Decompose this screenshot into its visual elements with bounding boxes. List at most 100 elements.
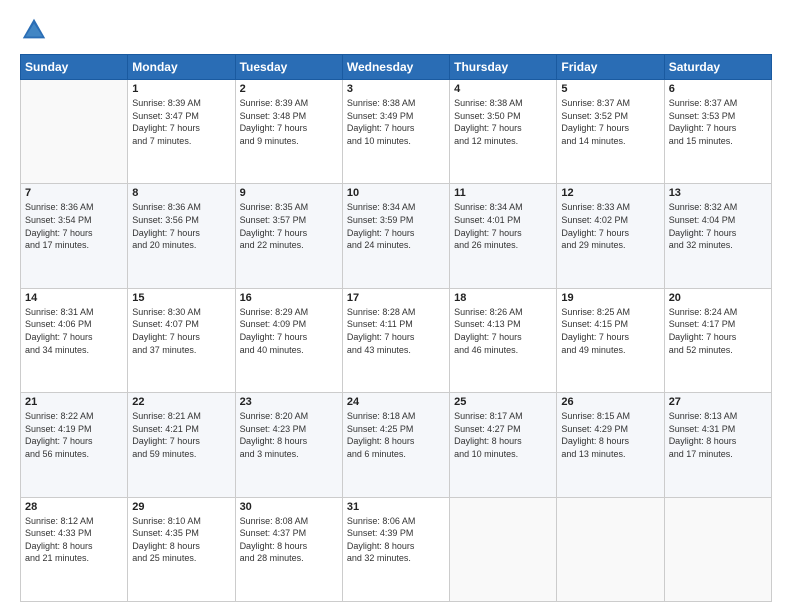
day-cell: 14Sunrise: 8:31 AM Sunset: 4:06 PM Dayli… <box>21 288 128 392</box>
day-number: 6 <box>669 83 767 95</box>
day-cell: 6 Sunrise: 8:37 AM Sunset: 3:53 PM Daylig… <box>664 80 771 184</box>
day-cell <box>21 80 128 184</box>
logo <box>20 16 52 44</box>
day-number: 21 <box>25 396 123 408</box>
day-number: 30 <box>240 501 338 513</box>
day-cell: 21 Sunrise: 8:22 AM Sunset: 4:19 PM Dayli… <box>21 393 128 497</box>
day-cell: 17Sunrise: 8:28 AM Sunset: 4:11 PM Dayli… <box>342 288 449 392</box>
day-cell: 8 Sunrise: 8:36 AM Sunset: 3:56 PM Daylig… <box>128 184 235 288</box>
day-info: Sunrise: 8:13 AM Sunset: 4:31 PM Dayligh… <box>669 410 767 460</box>
day-number: 13 <box>669 187 767 199</box>
day-info: Sunrise: 8:15 AM Sunset: 4:29 PM Dayligh… <box>561 410 659 460</box>
day-info: Sunrise: 8:34 AM Sunset: 4:01 PM Dayligh… <box>454 201 552 251</box>
day-info: Sunrise: 8:28 AM Sunset: 4:11 PM Dayligh… <box>347 306 445 356</box>
weekday-header-tuesday: Tuesday <box>235 55 342 80</box>
day-cell: 29 Sunrise: 8:10 AM Sunset: 4:35 PM Dayli… <box>128 497 235 601</box>
day-info: Sunrise: 8:34 AM Sunset: 3:59 PM Dayligh… <box>347 201 445 251</box>
day-cell: 28 Sunrise: 8:12 AM Sunset: 4:33 PM Dayli… <box>21 497 128 601</box>
day-number: 2 <box>240 83 338 95</box>
day-number: 25 <box>454 396 552 408</box>
logo-icon <box>20 16 48 44</box>
day-cell: 4Sunrise: 8:38 AM Sunset: 3:50 PM Daylig… <box>450 80 557 184</box>
day-info: Sunrise: 8:39 AM Sunset: 3:47 PM Dayligh… <box>132 97 230 147</box>
day-info: Sunrise: 8:18 AM Sunset: 4:25 PM Dayligh… <box>347 410 445 460</box>
day-cell: 3 Sunrise: 8:38 AM Sunset: 3:49 PM Daylig… <box>342 80 449 184</box>
page: SundayMondayTuesdayWednesdayThursdayFrid… <box>0 0 792 612</box>
day-cell: 30 Sunrise: 8:08 AM Sunset: 4:37 PM Dayli… <box>235 497 342 601</box>
day-cell: 10 Sunrise: 8:34 AM Sunset: 3:59 PM Dayli… <box>342 184 449 288</box>
day-info: Sunrise: 8:30 AM Sunset: 4:07 PM Dayligh… <box>132 306 230 356</box>
day-number: 5 <box>561 83 659 95</box>
day-number: 12 <box>561 187 659 199</box>
day-cell: 16 Sunrise: 8:29 AM Sunset: 4:09 PM Dayli… <box>235 288 342 392</box>
day-info: Sunrise: 8:29 AM Sunset: 4:09 PM Dayligh… <box>240 306 338 356</box>
day-info: Sunrise: 8:36 AM Sunset: 3:56 PM Dayligh… <box>132 201 230 251</box>
day-number: 16 <box>240 292 338 304</box>
day-number: 11 <box>454 187 552 199</box>
day-info: Sunrise: 8:26 AM Sunset: 4:13 PM Dayligh… <box>454 306 552 356</box>
weekday-header-thursday: Thursday <box>450 55 557 80</box>
day-cell: 31Sunrise: 8:06 AM Sunset: 4:39 PM Dayli… <box>342 497 449 601</box>
day-number: 9 <box>240 187 338 199</box>
day-info: Sunrise: 8:33 AM Sunset: 4:02 PM Dayligh… <box>561 201 659 251</box>
week-row-5: 28 Sunrise: 8:12 AM Sunset: 4:33 PM Dayli… <box>21 497 772 601</box>
day-info: Sunrise: 8:38 AM Sunset: 3:49 PM Dayligh… <box>347 97 445 147</box>
weekday-header-sunday: Sunday <box>21 55 128 80</box>
day-info: Sunrise: 8:22 AM Sunset: 4:19 PM Dayligh… <box>25 410 123 460</box>
day-info: Sunrise: 8:38 AM Sunset: 3:50 PM Dayligh… <box>454 97 552 147</box>
day-number: 22 <box>132 396 230 408</box>
day-cell: 22 Sunrise: 8:21 AM Sunset: 4:21 PM Dayli… <box>128 393 235 497</box>
header-row: SundayMondayTuesdayWednesdayThursdayFrid… <box>21 55 772 80</box>
day-cell: 5 Sunrise: 8:37 AM Sunset: 3:52 PM Daylig… <box>557 80 664 184</box>
day-cell: 12 Sunrise: 8:33 AM Sunset: 4:02 PM Dayli… <box>557 184 664 288</box>
day-number: 23 <box>240 396 338 408</box>
day-cell: 19Sunrise: 8:25 AM Sunset: 4:15 PM Dayli… <box>557 288 664 392</box>
weekday-header-friday: Friday <box>557 55 664 80</box>
day-info: Sunrise: 8:37 AM Sunset: 3:52 PM Dayligh… <box>561 97 659 147</box>
day-number: 7 <box>25 187 123 199</box>
day-cell: 20 Sunrise: 8:24 AM Sunset: 4:17 PM Dayli… <box>664 288 771 392</box>
day-number: 28 <box>25 501 123 513</box>
day-cell: 13 Sunrise: 8:32 AM Sunset: 4:04 PM Dayli… <box>664 184 771 288</box>
day-number: 10 <box>347 187 445 199</box>
day-info: Sunrise: 8:10 AM Sunset: 4:35 PM Dayligh… <box>132 515 230 565</box>
day-cell: 15 Sunrise: 8:30 AM Sunset: 4:07 PM Dayli… <box>128 288 235 392</box>
day-number: 24 <box>347 396 445 408</box>
day-cell: 23Sunrise: 8:20 AM Sunset: 4:23 PM Dayli… <box>235 393 342 497</box>
day-cell: 27 Sunrise: 8:13 AM Sunset: 4:31 PM Dayli… <box>664 393 771 497</box>
day-info: Sunrise: 8:08 AM Sunset: 4:37 PM Dayligh… <box>240 515 338 565</box>
day-number: 1 <box>132 83 230 95</box>
weekday-header-wednesday: Wednesday <box>342 55 449 80</box>
day-cell: 26 Sunrise: 8:15 AM Sunset: 4:29 PM Dayli… <box>557 393 664 497</box>
day-number: 18 <box>454 292 552 304</box>
day-number: 19 <box>561 292 659 304</box>
week-row-1: 1 Sunrise: 8:39 AM Sunset: 3:47 PM Daylig… <box>21 80 772 184</box>
day-cell: 7 Sunrise: 8:36 AM Sunset: 3:54 PM Daylig… <box>21 184 128 288</box>
day-number: 3 <box>347 83 445 95</box>
day-number: 8 <box>132 187 230 199</box>
day-info: Sunrise: 8:12 AM Sunset: 4:33 PM Dayligh… <box>25 515 123 565</box>
day-info: Sunrise: 8:37 AM Sunset: 3:53 PM Dayligh… <box>669 97 767 147</box>
weekday-header-monday: Monday <box>128 55 235 80</box>
day-info: Sunrise: 8:35 AM Sunset: 3:57 PM Dayligh… <box>240 201 338 251</box>
day-number: 27 <box>669 396 767 408</box>
day-cell: 1 Sunrise: 8:39 AM Sunset: 3:47 PM Daylig… <box>128 80 235 184</box>
day-info: Sunrise: 8:39 AM Sunset: 3:48 PM Dayligh… <box>240 97 338 147</box>
day-number: 14 <box>25 292 123 304</box>
day-info: Sunrise: 8:21 AM Sunset: 4:21 PM Dayligh… <box>132 410 230 460</box>
day-number: 20 <box>669 292 767 304</box>
calendar-table: SundayMondayTuesdayWednesdayThursdayFrid… <box>20 54 772 602</box>
day-cell: 25Sunrise: 8:17 AM Sunset: 4:27 PM Dayli… <box>450 393 557 497</box>
day-info: Sunrise: 8:06 AM Sunset: 4:39 PM Dayligh… <box>347 515 445 565</box>
weekday-header-saturday: Saturday <box>664 55 771 80</box>
day-number: 15 <box>132 292 230 304</box>
day-cell <box>450 497 557 601</box>
day-number: 29 <box>132 501 230 513</box>
week-row-2: 7 Sunrise: 8:36 AM Sunset: 3:54 PM Daylig… <box>21 184 772 288</box>
week-row-3: 14Sunrise: 8:31 AM Sunset: 4:06 PM Dayli… <box>21 288 772 392</box>
day-info: Sunrise: 8:32 AM Sunset: 4:04 PM Dayligh… <box>669 201 767 251</box>
day-info: Sunrise: 8:24 AM Sunset: 4:17 PM Dayligh… <box>669 306 767 356</box>
day-info: Sunrise: 8:36 AM Sunset: 3:54 PM Dayligh… <box>25 201 123 251</box>
day-cell <box>557 497 664 601</box>
day-number: 26 <box>561 396 659 408</box>
